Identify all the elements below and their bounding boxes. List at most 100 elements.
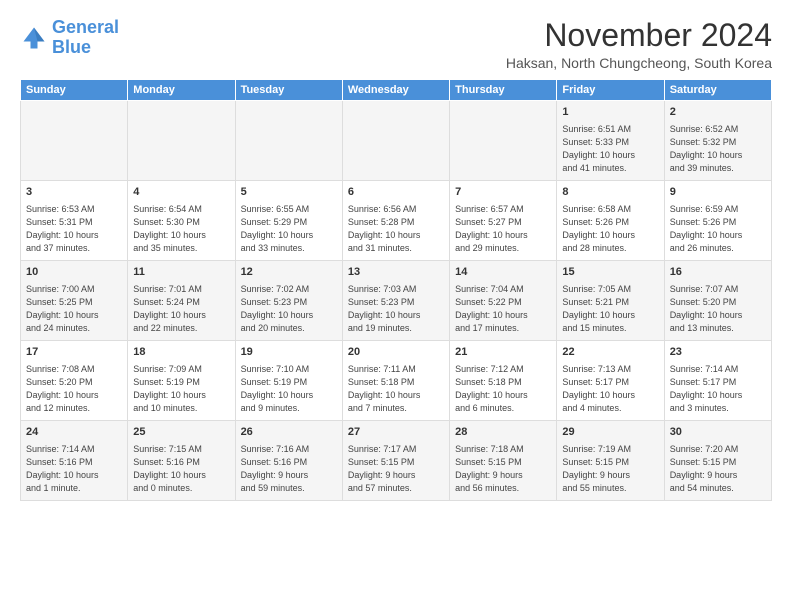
location-subtitle: Haksan, North Chungcheong, South Korea	[506, 55, 772, 71]
cell-w2-d0: 3Sunrise: 6:53 AM Sunset: 5:31 PM Daylig…	[21, 181, 128, 261]
day-info: Sunrise: 7:19 AM Sunset: 5:15 PM Dayligh…	[562, 443, 658, 495]
cell-w5-d0: 24Sunrise: 7:14 AM Sunset: 5:16 PM Dayli…	[21, 421, 128, 501]
week-row-2: 3Sunrise: 6:53 AM Sunset: 5:31 PM Daylig…	[21, 181, 772, 261]
cell-w3-d1: 11 Sunrise: 7:01 AM Sunset: 5:24 PM Dayli…	[128, 261, 235, 341]
cell-w1-d0	[21, 101, 128, 181]
day-number: 26	[241, 425, 337, 440]
cell-w4-d2: 19Sunrise: 7:10 AM Sunset: 5:19 PM Dayli…	[235, 341, 342, 421]
day-number: 8	[562, 185, 658, 200]
cell-w1-d6: 2 Sunrise: 6:52 AM Sunset: 5:32 PM Daylig…	[664, 101, 771, 181]
day-info: Sunrise: 7:17 AM Sunset: 5:15 PM Dayligh…	[348, 443, 444, 495]
title-block: November 2024 Haksan, North Chungcheong,…	[506, 18, 772, 71]
header-tuesday: Tuesday	[235, 80, 342, 101]
day-number: 18	[133, 345, 229, 360]
cell-w3-d0: 10 Sunrise: 7:00 AM Sunset: 5:25 PM Dayli…	[21, 261, 128, 341]
month-title: November 2024	[506, 18, 772, 53]
header-sunday: Sunday	[21, 80, 128, 101]
logo: General Blue	[20, 18, 119, 58]
day-number: 7	[455, 185, 551, 200]
day-number: 10	[26, 265, 122, 280]
logo-text: General Blue	[52, 18, 119, 58]
cell-w1-d2	[235, 101, 342, 181]
cell-w4-d4: 21 Sunrise: 7:12 AM Sunset: 5:18 PM Dayli…	[450, 341, 557, 421]
day-info: Sunrise: 7:20 AM Sunset: 5:15 PM Dayligh…	[670, 443, 766, 495]
cell-w1-d4	[450, 101, 557, 181]
cell-w4-d3: 20 Sunrise: 7:11 AM Sunset: 5:18 PM Dayli…	[342, 341, 449, 421]
day-number: 30	[670, 425, 766, 440]
day-number: 20	[348, 345, 444, 360]
day-info: Sunrise: 7:01 AM Sunset: 5:24 PM Dayligh…	[133, 283, 229, 335]
day-number: 21	[455, 345, 551, 360]
cell-w4-d0: 17 Sunrise: 7:08 AM Sunset: 5:20 PM Dayli…	[21, 341, 128, 421]
day-number: 16	[670, 265, 766, 280]
day-info: Sunrise: 7:13 AM Sunset: 5:17 PM Dayligh…	[562, 363, 658, 415]
week-row-1: 1 Sunrise: 6:51 AM Sunset: 5:33 PM Daylig…	[21, 101, 772, 181]
day-info: Sunrise: 6:55 AM Sunset: 5:29 PM Dayligh…	[241, 203, 337, 255]
header-wednesday: Wednesday	[342, 80, 449, 101]
header-thursday: Thursday	[450, 80, 557, 101]
day-info: Sunrise: 7:04 AM Sunset: 5:22 PM Dayligh…	[455, 283, 551, 335]
cell-w3-d6: 16 Sunrise: 7:07 AM Sunset: 5:20 PM Dayli…	[664, 261, 771, 341]
day-info: Sunrise: 7:00 AM Sunset: 5:25 PM Dayligh…	[26, 283, 122, 335]
day-number: 25	[133, 425, 229, 440]
day-number: 5	[241, 185, 337, 200]
cell-w2-d1: 4Sunrise: 6:54 AM Sunset: 5:30 PM Daylig…	[128, 181, 235, 261]
day-info: Sunrise: 7:15 AM Sunset: 5:16 PM Dayligh…	[133, 443, 229, 495]
cell-w2-d4: 7 Sunrise: 6:57 AM Sunset: 5:27 PM Daylig…	[450, 181, 557, 261]
day-info: Sunrise: 7:18 AM Sunset: 5:15 PM Dayligh…	[455, 443, 551, 495]
day-info: Sunrise: 7:07 AM Sunset: 5:20 PM Dayligh…	[670, 283, 766, 335]
day-number: 19	[241, 345, 337, 360]
cell-w5-d1: 25 Sunrise: 7:15 AM Sunset: 5:16 PM Dayli…	[128, 421, 235, 501]
cell-w5-d4: 28 Sunrise: 7:18 AM Sunset: 5:15 PM Dayli…	[450, 421, 557, 501]
day-info: Sunrise: 6:53 AM Sunset: 5:31 PM Dayligh…	[26, 203, 122, 255]
day-info: Sunrise: 7:12 AM Sunset: 5:18 PM Dayligh…	[455, 363, 551, 415]
cell-w5-d3: 27Sunrise: 7:17 AM Sunset: 5:15 PM Dayli…	[342, 421, 449, 501]
day-info: Sunrise: 6:59 AM Sunset: 5:26 PM Dayligh…	[670, 203, 766, 255]
day-number: 2	[670, 105, 766, 120]
week-row-4: 17 Sunrise: 7:08 AM Sunset: 5:20 PM Dayli…	[21, 341, 772, 421]
day-number: 15	[562, 265, 658, 280]
day-info: Sunrise: 7:05 AM Sunset: 5:21 PM Dayligh…	[562, 283, 658, 335]
weekday-header-row: Sunday Monday Tuesday Wednesday Thursday…	[21, 80, 772, 101]
day-info: Sunrise: 6:57 AM Sunset: 5:27 PM Dayligh…	[455, 203, 551, 255]
calendar-table: Sunday Monday Tuesday Wednesday Thursday…	[20, 79, 772, 501]
day-info: Sunrise: 7:09 AM Sunset: 5:19 PM Dayligh…	[133, 363, 229, 415]
day-number: 11	[133, 265, 229, 280]
day-number: 22	[562, 345, 658, 360]
day-number: 1	[562, 105, 658, 120]
day-number: 23	[670, 345, 766, 360]
cell-w2-d3: 6Sunrise: 6:56 AM Sunset: 5:28 PM Daylig…	[342, 181, 449, 261]
page: General Blue November 2024 Haksan, North…	[0, 0, 792, 511]
cell-w4-d6: 23Sunrise: 7:14 AM Sunset: 5:17 PM Dayli…	[664, 341, 771, 421]
logo-icon	[20, 24, 48, 52]
cell-w1-d3	[342, 101, 449, 181]
cell-w5-d5: 29 Sunrise: 7:19 AM Sunset: 5:15 PM Dayli…	[557, 421, 664, 501]
day-info: Sunrise: 7:02 AM Sunset: 5:23 PM Dayligh…	[241, 283, 337, 335]
header-friday: Friday	[557, 80, 664, 101]
day-number: 24	[26, 425, 122, 440]
header-saturday: Saturday	[664, 80, 771, 101]
cell-w4-d5: 22 Sunrise: 7:13 AM Sunset: 5:17 PM Dayli…	[557, 341, 664, 421]
day-info: Sunrise: 6:58 AM Sunset: 5:26 PM Dayligh…	[562, 203, 658, 255]
day-info: Sunrise: 7:08 AM Sunset: 5:20 PM Dayligh…	[26, 363, 122, 415]
day-number: 17	[26, 345, 122, 360]
header-monday: Monday	[128, 80, 235, 101]
day-info: Sunrise: 7:11 AM Sunset: 5:18 PM Dayligh…	[348, 363, 444, 415]
day-info: Sunrise: 6:52 AM Sunset: 5:32 PM Dayligh…	[670, 123, 766, 175]
cell-w1-d5: 1 Sunrise: 6:51 AM Sunset: 5:33 PM Daylig…	[557, 101, 664, 181]
day-number: 6	[348, 185, 444, 200]
logo-line1: General	[52, 17, 119, 37]
day-info: Sunrise: 7:16 AM Sunset: 5:16 PM Dayligh…	[241, 443, 337, 495]
day-info: Sunrise: 6:51 AM Sunset: 5:33 PM Dayligh…	[562, 123, 658, 175]
day-info: Sunrise: 7:03 AM Sunset: 5:23 PM Dayligh…	[348, 283, 444, 335]
day-number: 28	[455, 425, 551, 440]
cell-w4-d1: 18 Sunrise: 7:09 AM Sunset: 5:19 PM Dayli…	[128, 341, 235, 421]
day-number: 29	[562, 425, 658, 440]
cell-w2-d6: 9Sunrise: 6:59 AM Sunset: 5:26 PM Daylig…	[664, 181, 771, 261]
cell-w2-d5: 8 Sunrise: 6:58 AM Sunset: 5:26 PM Daylig…	[557, 181, 664, 261]
day-number: 12	[241, 265, 337, 280]
week-row-3: 10 Sunrise: 7:00 AM Sunset: 5:25 PM Dayli…	[21, 261, 772, 341]
cell-w5-d2: 26 Sunrise: 7:16 AM Sunset: 5:16 PM Dayli…	[235, 421, 342, 501]
cell-w1-d1	[128, 101, 235, 181]
cell-w3-d2: 12 Sunrise: 7:02 AM Sunset: 5:23 PM Dayli…	[235, 261, 342, 341]
